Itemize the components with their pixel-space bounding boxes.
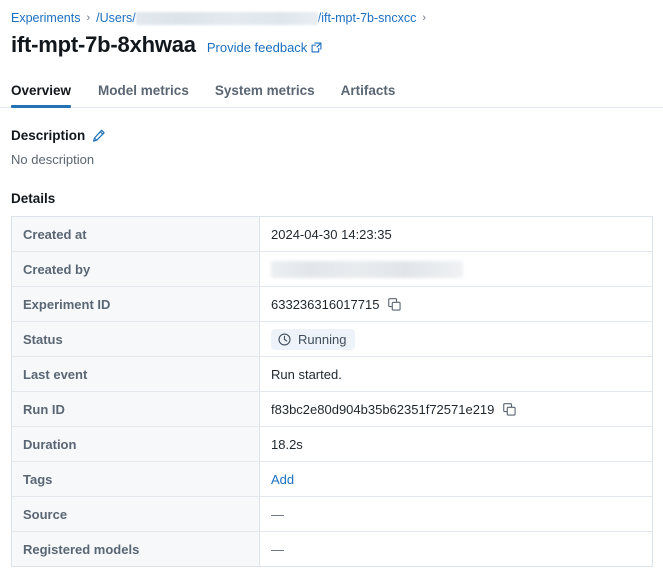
registered-models-value: —	[271, 541, 284, 557]
last-event-value: Run started.	[271, 366, 342, 382]
copy-icon[interactable]	[503, 402, 517, 416]
row-value-created-by	[259, 251, 653, 287]
details-table: Created at 2024-04-30 14:23:35 Created b…	[11, 216, 653, 567]
table-row: Status Running	[11, 321, 653, 357]
table-row: Experiment ID 633236316017715	[11, 286, 653, 322]
row-label-source: Source	[11, 496, 260, 532]
row-value-tags: Add	[259, 461, 653, 497]
row-label-last-event: Last event	[11, 356, 260, 392]
external-link-icon	[311, 42, 322, 53]
chevron-right-icon: ›	[86, 12, 91, 24]
table-row: Tags Add	[11, 461, 653, 497]
table-row: Registered models —	[11, 531, 653, 567]
table-row: Last event Run started.	[11, 356, 653, 392]
row-value-run-id: f83bc2e80d904b35b62351f72571e219	[259, 391, 653, 427]
tab-system-metrics[interactable]: System metrics	[202, 83, 328, 107]
table-row: Created by	[11, 251, 653, 287]
copy-icon[interactable]	[388, 297, 402, 311]
breadcrumb-path-prefix: /Users/	[96, 11, 136, 25]
tab-model-metrics[interactable]: Model metrics	[85, 83, 202, 107]
table-row: Run ID f83bc2e80d904b35b62351f72571e219	[11, 391, 653, 427]
experiment-id-value: 633236316017715	[271, 296, 380, 312]
provide-feedback-label: Provide feedback	[206, 40, 308, 55]
table-row: Source —	[11, 496, 653, 532]
row-label-status: Status	[11, 321, 260, 357]
pencil-icon[interactable]	[92, 129, 106, 143]
tab-overview[interactable]: Overview	[11, 83, 85, 108]
status-badge-label: Running	[298, 331, 347, 347]
row-label-tags: Tags	[11, 461, 260, 497]
tab-bar: Overview Model metrics System metrics Ar…	[0, 75, 663, 108]
description-title: Description	[11, 128, 86, 143]
provide-feedback-link[interactable]: Provide feedback	[207, 40, 322, 55]
row-value-experiment-id: 633236316017715	[259, 286, 653, 322]
row-label-run-id: Run ID	[11, 391, 260, 427]
row-value-registered-models: —	[259, 531, 653, 567]
redacted-username	[135, 11, 318, 25]
table-row: Created at 2024-04-30 14:23:35	[11, 216, 653, 252]
redacted-created-by	[271, 260, 463, 278]
clock-icon	[278, 332, 291, 346]
row-label-registered-models: Registered models	[11, 531, 260, 567]
row-label-duration: Duration	[11, 426, 260, 462]
row-value-last-event: Run started.	[259, 356, 653, 392]
row-value-duration: 18.2s	[259, 426, 653, 462]
page-header: ift-mpt-7b-8xhwaa Provide feedback	[0, 26, 663, 58]
row-value-status: Running	[259, 321, 653, 357]
description-body: No description	[11, 152, 95, 167]
breadcrumb: Experiments › /Users/ /ift-mpt-7b-sncxcc…	[0, 0, 663, 26]
tab-artifacts[interactable]: Artifacts	[328, 83, 409, 107]
details-title: Details	[11, 191, 56, 206]
run-id-value: f83bc2e80d904b35b62351f72571e219	[271, 401, 495, 417]
add-tag-link[interactable]: Add	[271, 472, 294, 487]
description-header: Description	[11, 128, 663, 143]
breadcrumb-item-experiments[interactable]: Experiments	[11, 10, 80, 26]
row-label-experiment-id: Experiment ID	[11, 286, 260, 322]
page-title: ift-mpt-7b-8xhwaa	[11, 32, 196, 57]
breadcrumb-item-run-path[interactable]: /Users/ /ift-mpt-7b-sncxcc	[96, 10, 416, 26]
breadcrumb-path-suffix: /ift-mpt-7b-sncxcc	[317, 11, 417, 25]
row-label-created-by: Created by	[11, 251, 260, 287]
chevron-right-icon-trailing: ›	[422, 12, 427, 24]
row-value-source: —	[259, 496, 653, 532]
table-row: Duration 18.2s	[11, 426, 653, 462]
row-label-created-at: Created at	[11, 216, 260, 252]
created-at-value: 2024-04-30 14:23:35	[271, 226, 392, 242]
source-value: —	[271, 506, 284, 522]
row-value-created-at: 2024-04-30 14:23:35	[259, 216, 653, 252]
status-badge: Running	[271, 328, 356, 350]
duration-value: 18.2s	[271, 436, 303, 452]
description-section: Description No description Details	[0, 128, 663, 206]
